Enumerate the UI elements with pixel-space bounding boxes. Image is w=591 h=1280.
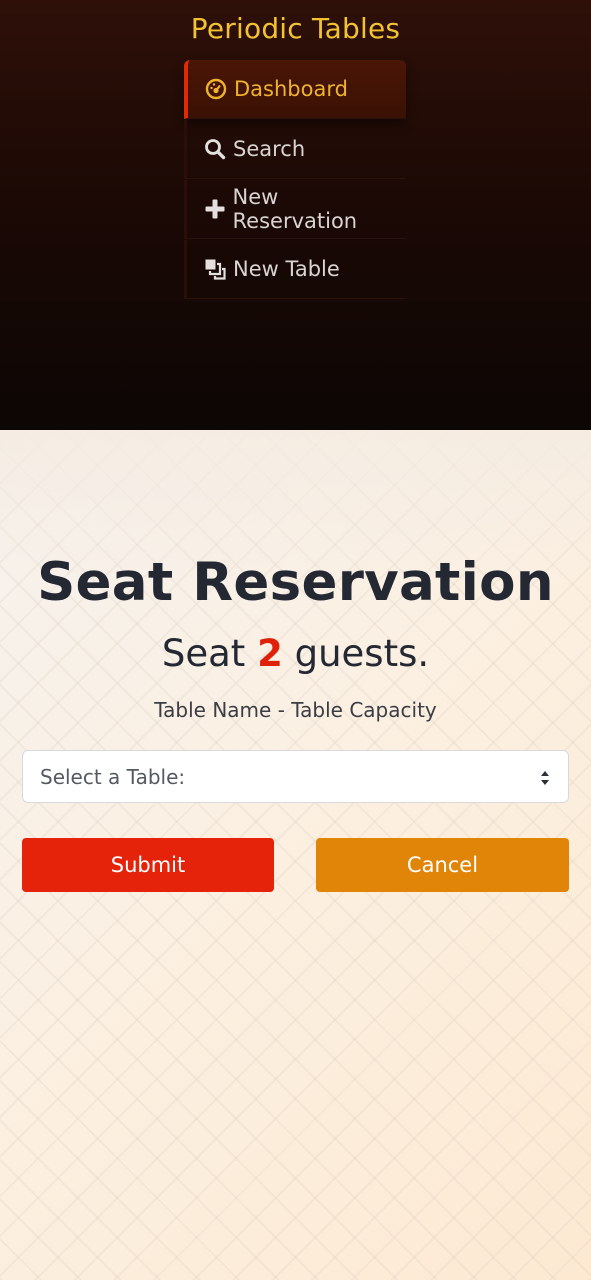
nav-item-dashboard[interactable]: Dashboard [184, 60, 406, 119]
nav-menu: Dashboard Search New Reservation New Tab… [184, 60, 406, 300]
dashboard-icon [204, 77, 228, 101]
table-select-value: Select a Table: [40, 764, 186, 789]
guest-prefix: Seat [161, 632, 246, 675]
table-select[interactable]: Select a Table: [22, 750, 569, 803]
nav-item-label: Search [233, 137, 306, 161]
plus-icon [203, 197, 227, 221]
app-page: Periodic Tables Dashboard Search New Res… [0, 0, 591, 1280]
nav-item-label: New Table [233, 257, 340, 281]
submit-button[interactable]: Submit [22, 838, 274, 892]
nav-item-label: New Reservation [232, 185, 358, 233]
guest-count: 2 [257, 632, 283, 675]
nav-item-search[interactable]: Search [184, 120, 406, 179]
top-navigation: Periodic Tables Dashboard Search New Res… [0, 0, 591, 430]
guest-count-line: Seat 2 guests. [0, 632, 591, 675]
nav-item-new-table[interactable]: New Table [184, 240, 406, 299]
nav-item-new-reservation[interactable]: New Reservation [184, 180, 406, 239]
seat-reservation-panel: Seat Reservation Seat 2 guests. Table Na… [0, 430, 591, 1280]
nav-item-label: Dashboard [234, 77, 348, 101]
cancel-button[interactable]: Cancel [316, 838, 569, 892]
table-format-hint: Table Name - Table Capacity [154, 698, 437, 722]
select-caret-icon [540, 768, 550, 786]
page-title: Seat Reservation [37, 552, 554, 613]
guest-suffix: guests. [294, 632, 430, 675]
brand-title[interactable]: Periodic Tables [0, 12, 591, 45]
search-icon [203, 137, 227, 161]
layers-icon [203, 257, 227, 281]
